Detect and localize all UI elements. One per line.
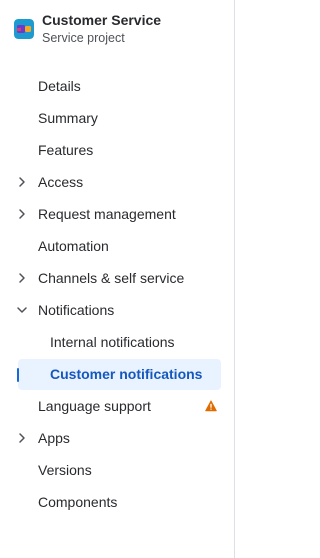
nav-item-access[interactable]: Access [0, 166, 234, 198]
warning-icon [205, 400, 217, 412]
nav-item-label: Details [38, 78, 81, 94]
selected-indicator [17, 368, 19, 382]
project-name: Customer Service [42, 12, 162, 28]
nav-item-channels-self-service[interactable]: Channels & self service [0, 262, 234, 294]
nav-item-versions[interactable]: Versions [0, 454, 234, 486]
chevron-right-icon[interactable] [16, 272, 28, 284]
nav-item-label: Notifications [38, 302, 115, 318]
nav-item-label: Apps [38, 430, 70, 446]
nav-item-label: Summary [38, 110, 98, 126]
nav-item-summary[interactable]: Summary [0, 102, 234, 134]
nav-item-components[interactable]: Components [0, 486, 234, 518]
nav-item-label: Features [38, 142, 94, 158]
settings-nav: Details Summary Features Access Request … [0, 70, 234, 518]
nav-item-label: Automation [38, 238, 109, 254]
nav-item-details[interactable]: Details [0, 70, 234, 102]
nav-item-language-support[interactable]: Language support [0, 390, 234, 422]
project-type: Service project [42, 31, 125, 45]
nav-item-label: Access [38, 174, 84, 190]
nav-item-label: Request management [38, 206, 176, 222]
nav-item-label: Internal notifications [50, 334, 175, 350]
nav-item-label: Components [38, 494, 118, 510]
chevron-right-icon[interactable] [16, 176, 28, 188]
project-header[interactable]: Customer Service Service project [14, 10, 161, 45]
nav-item-automation[interactable]: Automation [0, 230, 234, 262]
nav-item-request-management[interactable]: Request management [0, 198, 234, 230]
nav-item-label: Channels & self service [38, 270, 185, 286]
nav-item-customer-notifications[interactable]: Customer notifications [0, 358, 234, 390]
chevron-right-icon[interactable] [16, 432, 28, 444]
nav-item-label: Customer notifications [50, 366, 203, 382]
chevron-down-icon[interactable] [16, 304, 28, 316]
nav-item-internal-notifications[interactable]: Internal notifications [0, 326, 234, 358]
project-avatar [14, 19, 34, 39]
nav-item-apps[interactable]: Apps [0, 422, 234, 454]
nav-item-notifications[interactable]: Notifications [0, 294, 234, 326]
project-settings-sidebar: Customer Service Service project Details… [0, 0, 235, 558]
nav-item-label: Language support [38, 398, 151, 414]
nav-item-features[interactable]: Features [0, 134, 234, 166]
nav-item-label: Versions [38, 462, 92, 478]
chevron-right-icon[interactable] [16, 208, 28, 220]
